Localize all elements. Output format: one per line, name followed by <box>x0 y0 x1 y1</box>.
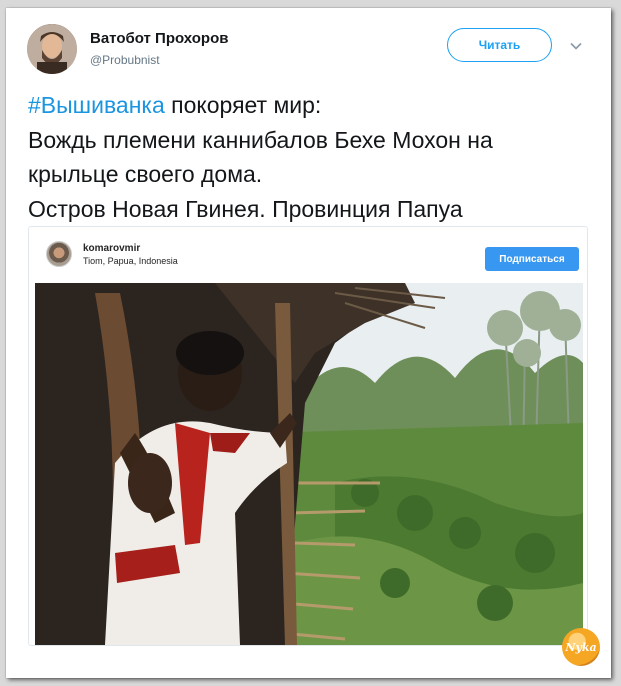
author-handle[interactable]: @Probubnist <box>90 53 228 67</box>
tweet-line-1-rest: покоряет мир: <box>164 92 322 118</box>
author-name[interactable]: Ватобот Прохоров <box>90 30 228 47</box>
author-avatar[interactable] <box>27 24 77 74</box>
watermark-text: Nyka <box>565 640 597 654</box>
follow-button[interactable]: Читать <box>447 28 552 62</box>
author-block: Ватобот Прохоров @Probubnist <box>90 30 228 67</box>
embed-username[interactable]: komarovmir <box>83 243 178 254</box>
subscribe-button[interactable]: Подписаться <box>485 247 579 271</box>
site-watermark-logo: Nyka <box>562 628 600 666</box>
tweet-text: #Вышиванка покоряет мир: Вождь племени к… <box>28 88 593 226</box>
instagram-embed-card[interactable]: komarovmir Tiom, Papua, Indonesia Подпис… <box>28 226 588 646</box>
tweet-line-1: #Вышиванка покоряет мир: <box>28 88 593 123</box>
tweet-line-3: крыльце своего дома. <box>28 161 263 187</box>
embed-user-block: komarovmir Tiom, Papua, Indonesia <box>83 243 178 266</box>
hashtag-link[interactable]: #Вышиванка <box>28 92 165 118</box>
tweet-line-4: Остров Новая Гвинея. Провинция Папуа <box>28 195 463 222</box>
chevron-down-icon[interactable] <box>570 40 582 52</box>
embed-location[interactable]: Tiom, Papua, Indonesia <box>83 256 178 266</box>
embed-avatar[interactable] <box>46 241 72 267</box>
embed-photo[interactable] <box>35 283 583 645</box>
tweet-line-2: Вождь племени каннибалов Бехе Мохон на <box>28 126 493 153</box>
